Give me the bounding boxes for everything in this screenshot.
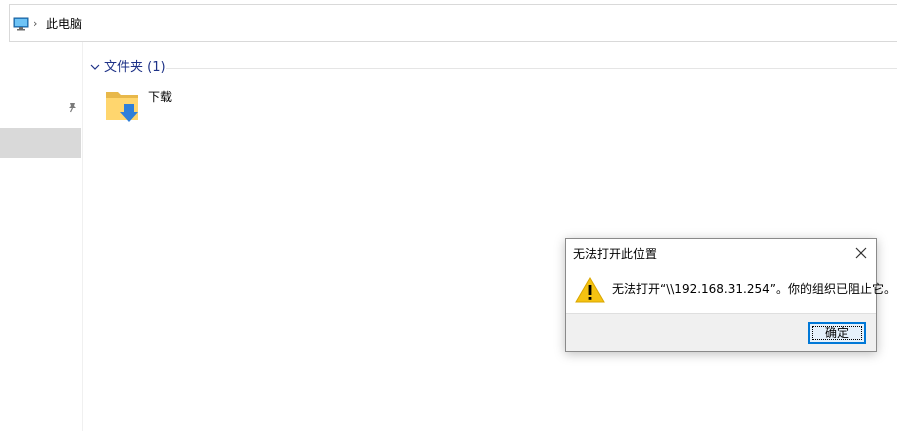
error-dialog: 无法打开此位置 无法打开“\\192.168.31.254”。你的组织已阻止它。… <box>565 238 896 352</box>
computer-icon <box>13 17 29 31</box>
dialog-title: 无法打开此位置 <box>573 247 658 261</box>
group-header-folders[interactable]: 文件夹 (1) <box>88 58 897 80</box>
chevron-down-icon[interactable] <box>90 62 100 72</box>
address-bar[interactable]: › 此电脑 <box>9 4 897 42</box>
dialog-message: 无法打开“\\192.168.31.254”。你的组织已阻止它。 <box>612 282 896 296</box>
breadcrumb-this-pc[interactable]: 此电脑 <box>46 16 82 32</box>
dialog-footer: 确定 <box>566 313 876 351</box>
warning-icon <box>575 277 605 303</box>
nav-item-selected[interactable] <box>0 128 81 158</box>
focus-rect <box>812 326 862 340</box>
pin-icon[interactable] <box>67 101 79 113</box>
ok-button[interactable]: 确定 <box>808 322 866 344</box>
navigation-pane[interactable] <box>0 42 83 431</box>
close-icon[interactable] <box>849 242 873 264</box>
folder-label: 下载 <box>148 90 173 104</box>
group-title: 文件夹 (1) <box>104 60 166 75</box>
group-divider <box>166 68 897 69</box>
folder-item-downloads[interactable]: 下载 <box>104 84 184 126</box>
downloads-folder-icon <box>106 92 138 122</box>
breadcrumb-separator[interactable]: › <box>33 16 37 32</box>
